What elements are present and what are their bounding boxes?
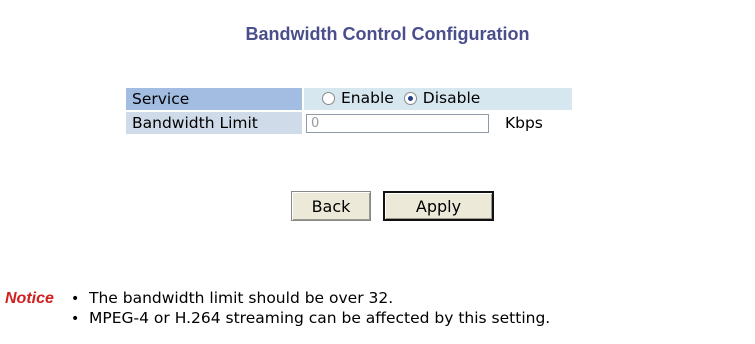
service-enable-label: Enable [341, 89, 394, 108]
bandwidth-config-page: Bandwidth Control Configuration Service … [0, 0, 755, 344]
back-button[interactable]: Back [291, 191, 371, 221]
bandwidth-unit: Kbps [504, 113, 543, 132]
bandwidth-limit-input[interactable] [306, 113, 489, 133]
bandwidth-row: Bandwidth Limit Kbps [126, 112, 572, 134]
notice-label: Notice [5, 290, 54, 307]
service-disable-radio[interactable] [403, 91, 417, 105]
notice-list: The bandwidth limit should be over 32. M… [71, 289, 550, 329]
service-enable-option[interactable]: Enable [322, 89, 394, 107]
notice-item: MPEG-4 or H.264 streaming can be affecte… [71, 309, 550, 329]
service-disable-label: Disable [422, 89, 481, 108]
service-radio-group: Enable Disable [322, 89, 490, 107]
service-label: Service [126, 88, 302, 110]
service-enable-radio[interactable] [322, 91, 335, 105]
apply-button[interactable]: Apply [383, 191, 494, 221]
notice-item: The bandwidth limit should be over 32. [71, 289, 550, 309]
bandwidth-value-cell: Kbps [304, 112, 572, 134]
service-value-cell: Enable Disable [304, 88, 572, 110]
config-table: Service Enable Disable Bandwidth Limit 0… [124, 86, 574, 136]
service-disable-option[interactable]: Disable [403, 89, 481, 108]
service-row: Service Enable Disable [126, 88, 572, 110]
page-title: Bandwidth Control Configuration [245, 24, 530, 44]
bandwidth-label: Bandwidth Limit [126, 112, 302, 134]
